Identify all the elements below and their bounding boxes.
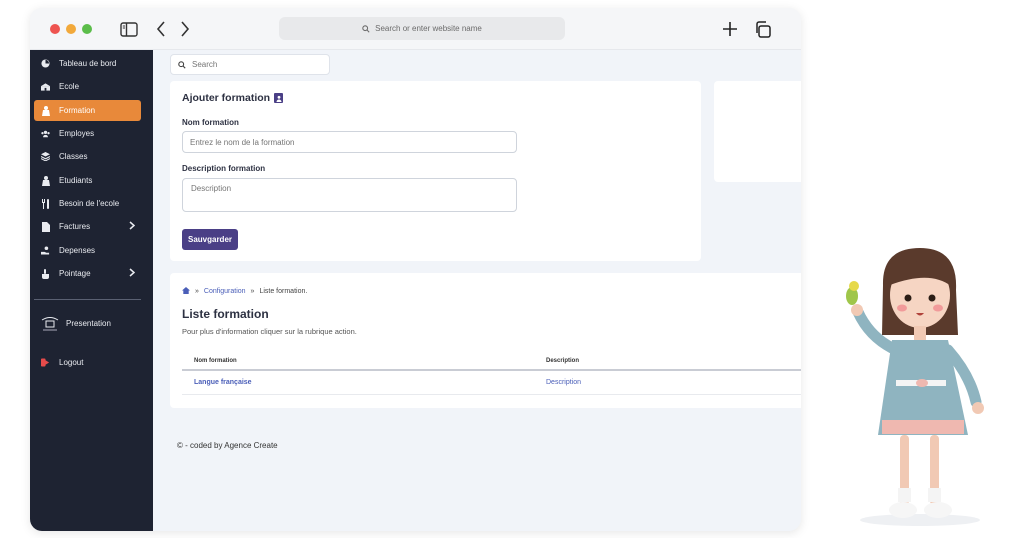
sidebar-item-label: Pointage [59, 269, 91, 278]
new-tab-plus-icon[interactable] [720, 18, 740, 40]
school-icon [41, 82, 50, 91]
sidebar-item-label: Employes [59, 129, 95, 138]
formation-description-textarea[interactable] [182, 178, 517, 212]
dashboard-icon [41, 59, 50, 68]
sidebar-item-label: Logout [59, 358, 84, 367]
close-window-button[interactable] [50, 24, 60, 34]
id-badge-icon [274, 93, 284, 103]
search-icon [178, 60, 186, 69]
sidebar-item-label: Depenses [59, 246, 96, 255]
sidebar-item-depenses[interactable]: Depenses [34, 240, 141, 261]
browser-toolbar: Search or enter website name [30, 8, 801, 50]
sidebar-item-ecole[interactable]: Ecole [34, 76, 141, 97]
breadcrumb-configuration-link[interactable]: Configuration [204, 288, 246, 295]
school-logo-icon [40, 316, 60, 332]
sidebar-item-employes[interactable]: Employes [34, 123, 141, 144]
search-icon [362, 24, 370, 33]
address-placeholder: Search or enter website name [375, 24, 482, 33]
address-bar[interactable]: Search or enter website name [279, 17, 565, 40]
minimize-window-button[interactable] [66, 24, 76, 34]
hand-pointer-icon [41, 268, 50, 279]
sidebar-item-formation[interactable]: Formation [34, 100, 141, 121]
maximize-window-button[interactable] [82, 24, 92, 34]
utensils-icon [41, 198, 50, 209]
sidebar-item-factures[interactable]: Factures [34, 216, 141, 237]
breadcrumb-separator: » [195, 288, 199, 295]
chevron-right-icon [129, 268, 136, 279]
girl-with-bird-illustration [846, 248, 984, 526]
form-title: Ajouter formation [182, 92, 284, 104]
main-content: Ajouter formation Nom formation Descript… [153, 50, 801, 531]
sidebar-item-label: Besoin de l'ecole [59, 199, 120, 208]
sidebar-item-etudiants[interactable]: Etudiants [34, 170, 141, 191]
file-icon [41, 221, 50, 232]
forward-icon[interactable] [178, 18, 192, 40]
sidebar-item-label: Factures [59, 222, 91, 231]
student-icon [41, 175, 50, 186]
name-label: Nom formation [182, 118, 239, 127]
save-button[interactable]: Sauvgarder [182, 229, 238, 250]
search-input[interactable] [192, 60, 322, 69]
list-title: Liste formation [182, 307, 269, 321]
tab-overview-icon[interactable] [752, 18, 772, 40]
graduation-icon [41, 105, 50, 116]
sidebar-item-besoin-de-l-ecole[interactable]: Besoin de l'ecole [34, 193, 141, 214]
formation-name-input[interactable] [182, 131, 517, 153]
sidebar: Tableau de bord Ecole Formation Employes… [30, 50, 153, 531]
formation-table: Nom formation Description Langue françai… [182, 353, 801, 395]
hand-money-icon [41, 246, 50, 255]
layers-icon [41, 152, 50, 161]
sidebar-item-label: Ecole [59, 82, 80, 91]
breadcrumb-current: Liste formation. [259, 288, 308, 295]
sidebar-item-pointage[interactable]: Pointage [34, 263, 141, 284]
chevron-right-icon [129, 221, 136, 232]
search-box[interactable] [170, 54, 330, 75]
users-icon [41, 129, 50, 138]
breadcrumb: » Configuration » Liste formation. [182, 287, 307, 296]
breadcrumb-separator: » [250, 288, 255, 295]
list-subtitle: Pour plus d'information cliquer sur la r… [182, 327, 357, 336]
logout-icon [41, 358, 50, 367]
browser-window: Search or enter website name Tableau de … [30, 8, 801, 531]
formation-list-card: » Configuration » Liste formation. Liste… [170, 273, 801, 408]
sidebar-item-tableau-de-bord[interactable]: Tableau de bord [34, 53, 141, 74]
add-formation-card: Ajouter formation Nom formation Descript… [170, 81, 701, 261]
column-header-name: Nom formation [194, 358, 237, 364]
form-title-text: Ajouter formation [182, 92, 271, 104]
side-card [714, 81, 801, 182]
table-header: Nom formation Description [182, 353, 801, 371]
sidebar-item-label: Formation [59, 106, 96, 115]
sidebar-toggle-icon[interactable] [119, 18, 139, 40]
sidebar-item-label: Etudiants [59, 176, 93, 185]
sidebar-divider [34, 299, 141, 300]
sidebar-item-classes[interactable]: Classes [34, 146, 141, 167]
description-label: Description formation [182, 164, 266, 173]
column-header-description: Description [546, 358, 580, 364]
footer-credit: © - coded by Agence Create [177, 441, 278, 450]
home-icon[interactable] [182, 287, 190, 296]
sidebar-item-label: Tableau de bord [59, 59, 117, 68]
table-row[interactable]: Langue française Description [182, 371, 801, 395]
row-description[interactable]: Description [546, 379, 581, 386]
sidebar-item-label: Classes [59, 152, 88, 161]
sidebar-item-logout[interactable]: Logout [34, 352, 141, 373]
sidebar-item-presentation[interactable]: Presentation [34, 313, 141, 334]
back-icon[interactable] [154, 18, 168, 40]
row-name-link[interactable]: Langue française [194, 379, 252, 386]
sidebar-item-label: Presentation [66, 319, 111, 328]
